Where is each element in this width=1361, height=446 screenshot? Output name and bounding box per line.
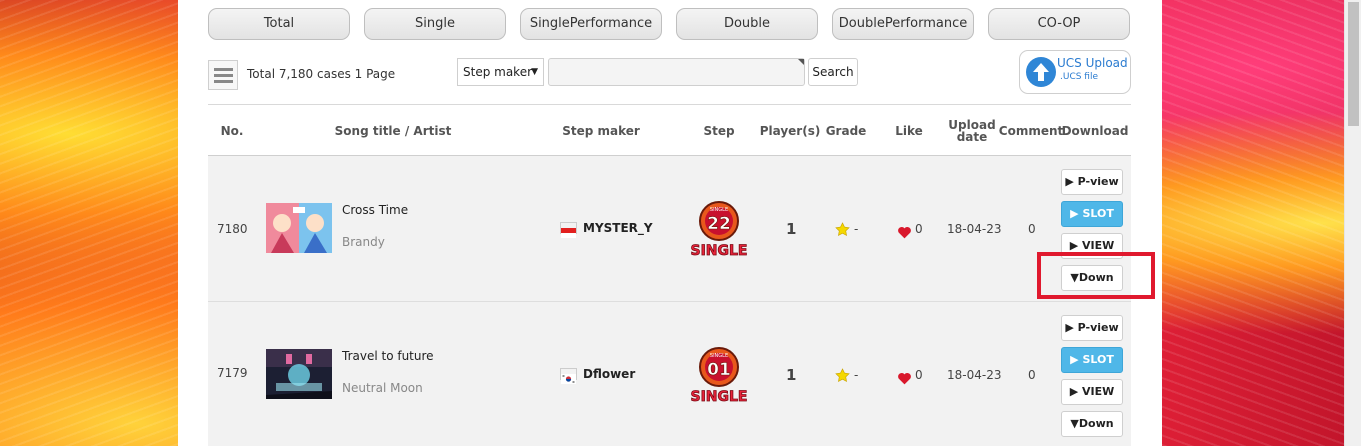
player-count: 1 [786,220,797,238]
vertical-scrollbar[interactable] [1344,0,1361,446]
list-view-icon[interactable] [208,60,238,90]
tab-double[interactable]: Double [676,8,818,40]
step-level-badge: SINGLE 01 SINGLE [686,345,752,405]
svg-text:SINGLE: SINGLE [691,243,748,259]
header-grade: Grade [825,124,867,138]
search-field-select[interactable]: Step maker ▼ [457,58,544,86]
svg-text:01: 01 [707,360,731,380]
search-input[interactable] [548,58,805,86]
row-number: 7180 [217,222,248,236]
ucs-file-label: .UCS file [1060,72,1099,82]
total-count-text: Total 7,180 cases 1 Page [247,67,396,81]
ucs-upload-label: UCS Upload [1057,56,1128,70]
comment-count: 0 [1028,368,1036,382]
pview-button[interactable]: ▶ P-view [1061,169,1123,195]
grade-value: - [854,222,859,236]
pview-button[interactable]: ▶ P-view [1061,315,1123,341]
download-button[interactable]: ▼Down [1061,411,1123,437]
step-maker-name[interactable]: MYSTER_Y [583,221,653,235]
background-decoration-right [1162,0,1361,446]
upload-date: 18-04-23 [947,368,1002,382]
svg-text:SINGLE: SINGLE [710,353,728,359]
tab-single-performance[interactable]: SinglePerformance [520,8,662,40]
table-row: 7180 Cross Time Brandy MYSTER_Y SINGLE 2… [208,156,1131,302]
heart-icon[interactable] [897,224,912,243]
like-count: 0 [915,368,923,382]
table-row: 7179 Travel to future Neutral Moon Dflow… [208,302,1131,446]
indonesia-flag-icon [560,222,577,238]
tab-double-performance[interactable]: DoublePerformance [832,8,974,40]
song-title[interactable]: Cross Time [342,203,408,217]
heart-icon[interactable] [897,370,912,389]
slot-button[interactable]: ▶ SLOT [1061,201,1123,227]
header-download: Download [1061,124,1129,138]
grade-value: - [854,368,859,382]
svg-text:22: 22 [707,214,731,234]
tab-co-op[interactable]: CO-OP [988,8,1130,40]
header-comment: Comment [998,124,1064,138]
step-level-badge: SINGLE 22 SINGLE [686,199,752,259]
search-button[interactable]: Search [808,58,858,86]
background-decoration-left [0,0,178,446]
view-button[interactable]: ▶ VIEW [1061,379,1123,405]
chevron-down-icon: ▼ [531,67,538,77]
header-step: Step [703,124,735,138]
header-upload-date: Upload date [948,118,996,144]
table-header: No. Song title / Artist Step maker Step … [208,104,1131,156]
step-maker-name[interactable]: Dflower [583,367,635,381]
header-no: No. [220,124,244,138]
header-step-maker: Step maker [562,124,640,138]
header-players: Player(s) [759,124,821,138]
tab-total[interactable]: Total [208,8,350,40]
song-title[interactable]: Travel to future [342,349,434,363]
select-value: Step maker [463,65,533,79]
south-korea-flag-icon [560,368,577,384]
svg-text:SINGLE: SINGLE [710,207,728,213]
grade-star-icon [835,222,850,241]
upload-arrow-icon [1026,57,1056,87]
list-toolbar: Total 7,180 cases 1 Page Step maker ▼ Se… [208,50,1132,94]
slot-button[interactable]: ▶ SLOT [1061,347,1123,373]
download-highlight-box [1037,252,1155,299]
comment-count: 0 [1028,222,1036,236]
tab-single[interactable]: Single [364,8,506,40]
grade-star-icon [835,368,850,387]
song-artist: Neutral Moon [342,381,423,395]
svg-text:SINGLE: SINGLE [691,389,748,405]
like-count: 0 [915,222,923,236]
header-song: Song title / Artist [334,124,452,138]
header-like: Like [895,124,923,138]
upload-date: 18-04-23 [947,222,1002,236]
ucs-upload-button[interactable]: UCS Upload .UCS file [1019,50,1131,94]
song-thumbnail[interactable] [266,203,332,253]
row-number: 7179 [217,366,248,380]
scrollbar-thumb[interactable] [1348,2,1359,126]
resize-corner-icon [798,59,804,65]
song-artist: Brandy [342,235,385,249]
content-panel: Total Single SinglePerformance Double Do… [178,0,1162,446]
player-count: 1 [786,366,797,384]
song-thumbnail[interactable] [266,349,332,399]
